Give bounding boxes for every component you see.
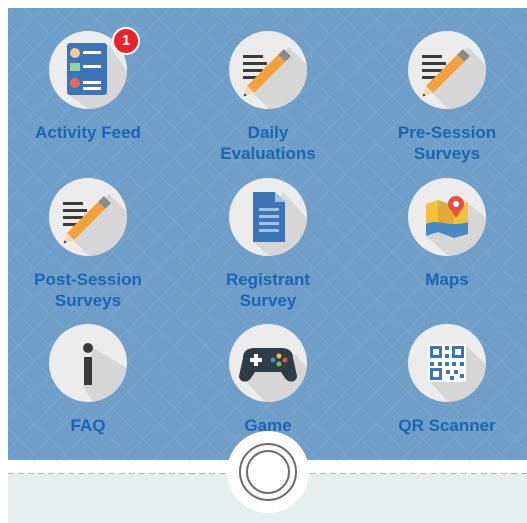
home-inner-ring xyxy=(246,450,290,494)
activity-feed-label: Activity Feed xyxy=(35,123,141,142)
post-session-surveys-label: Post-Session Surveys xyxy=(34,270,142,310)
maps-label: Maps xyxy=(425,270,469,289)
notification-badge: 1 xyxy=(112,27,140,55)
qr-code-icon xyxy=(408,324,486,402)
home-button[interactable] xyxy=(227,431,309,513)
daily-evaluations-label: Daily Evaluations xyxy=(220,123,316,163)
pencil-note-icon xyxy=(49,178,127,256)
menu-grid: 1 Activity Feed Daily Evaluations Pre-Se… xyxy=(8,8,527,460)
home-ring-icon xyxy=(239,443,297,501)
document-icon xyxy=(229,178,307,256)
gamepad-icon xyxy=(229,324,307,402)
left-margin xyxy=(0,460,8,523)
map-icon xyxy=(408,178,486,256)
faq-label: FAQ xyxy=(70,416,106,435)
info-icon xyxy=(49,324,127,402)
pencil-note-icon xyxy=(408,31,486,109)
registrant-survey-label: Registrant Survey xyxy=(225,270,311,310)
pre-session-surveys-label: Pre-Session Surveys xyxy=(397,123,497,163)
app-screen: 1 Activity Feed Daily Evaluations Pre-Se… xyxy=(0,0,527,523)
qr-scanner-label: QR Scanner xyxy=(398,416,496,435)
pencil-note-icon xyxy=(229,31,307,109)
